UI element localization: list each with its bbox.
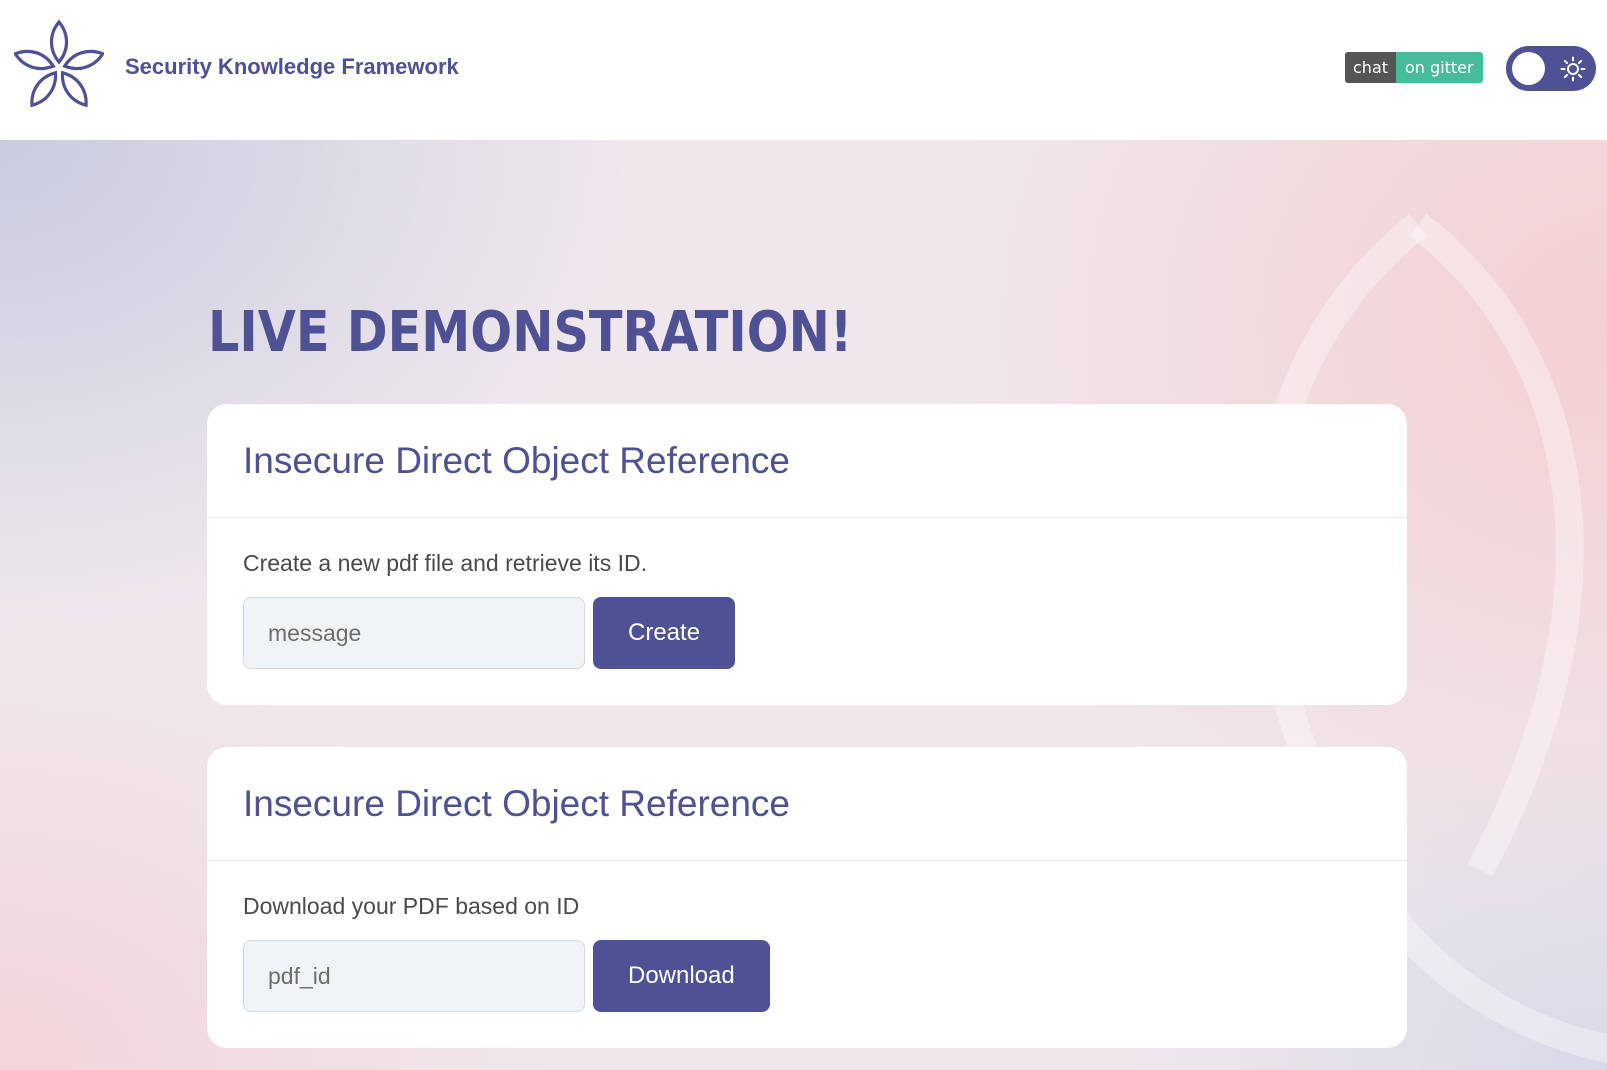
idor-create-card: Insecure Direct Object Reference Create … (207, 404, 1407, 705)
idor-download-card: Insecure Direct Object Reference Downloa… (207, 747, 1407, 1048)
pdf-id-input[interactable] (243, 940, 585, 1012)
card-description: Create a new pdf file and retrieve its I… (243, 550, 647, 576)
brand-title[interactable]: Security Knowledge Framework (125, 54, 459, 80)
message-input[interactable] (243, 597, 585, 669)
card-title: Insecure Direct Object Reference (243, 439, 791, 481)
download-button[interactable]: Download (593, 940, 770, 1012)
card-header: Insecure Direct Object Reference (207, 404, 1407, 518)
create-button[interactable]: Create (593, 597, 736, 669)
theme-toggle[interactable] (1506, 46, 1596, 91)
page-title: LIVE DEMONSTRATION! (208, 300, 853, 365)
card-header: Insecure Direct Object Reference (207, 747, 1407, 861)
header: Security Knowledge Framework chat on git… (0, 0, 1607, 140)
gitter-badge-left: chat (1345, 52, 1397, 83)
skf-logo-icon[interactable] (14, 18, 104, 118)
card-description: Download your PDF based on ID (243, 893, 580, 919)
gitter-chat-badge[interactable]: chat on gitter (1345, 52, 1483, 83)
hero-section: LIVE DEMONSTRATION! Insecure Direct Obje… (0, 140, 1607, 1070)
sun-icon (1560, 56, 1586, 82)
gitter-badge-right: on gitter (1396, 52, 1483, 83)
toggle-knob (1512, 52, 1545, 85)
card-title: Insecure Direct Object Reference (243, 782, 791, 824)
